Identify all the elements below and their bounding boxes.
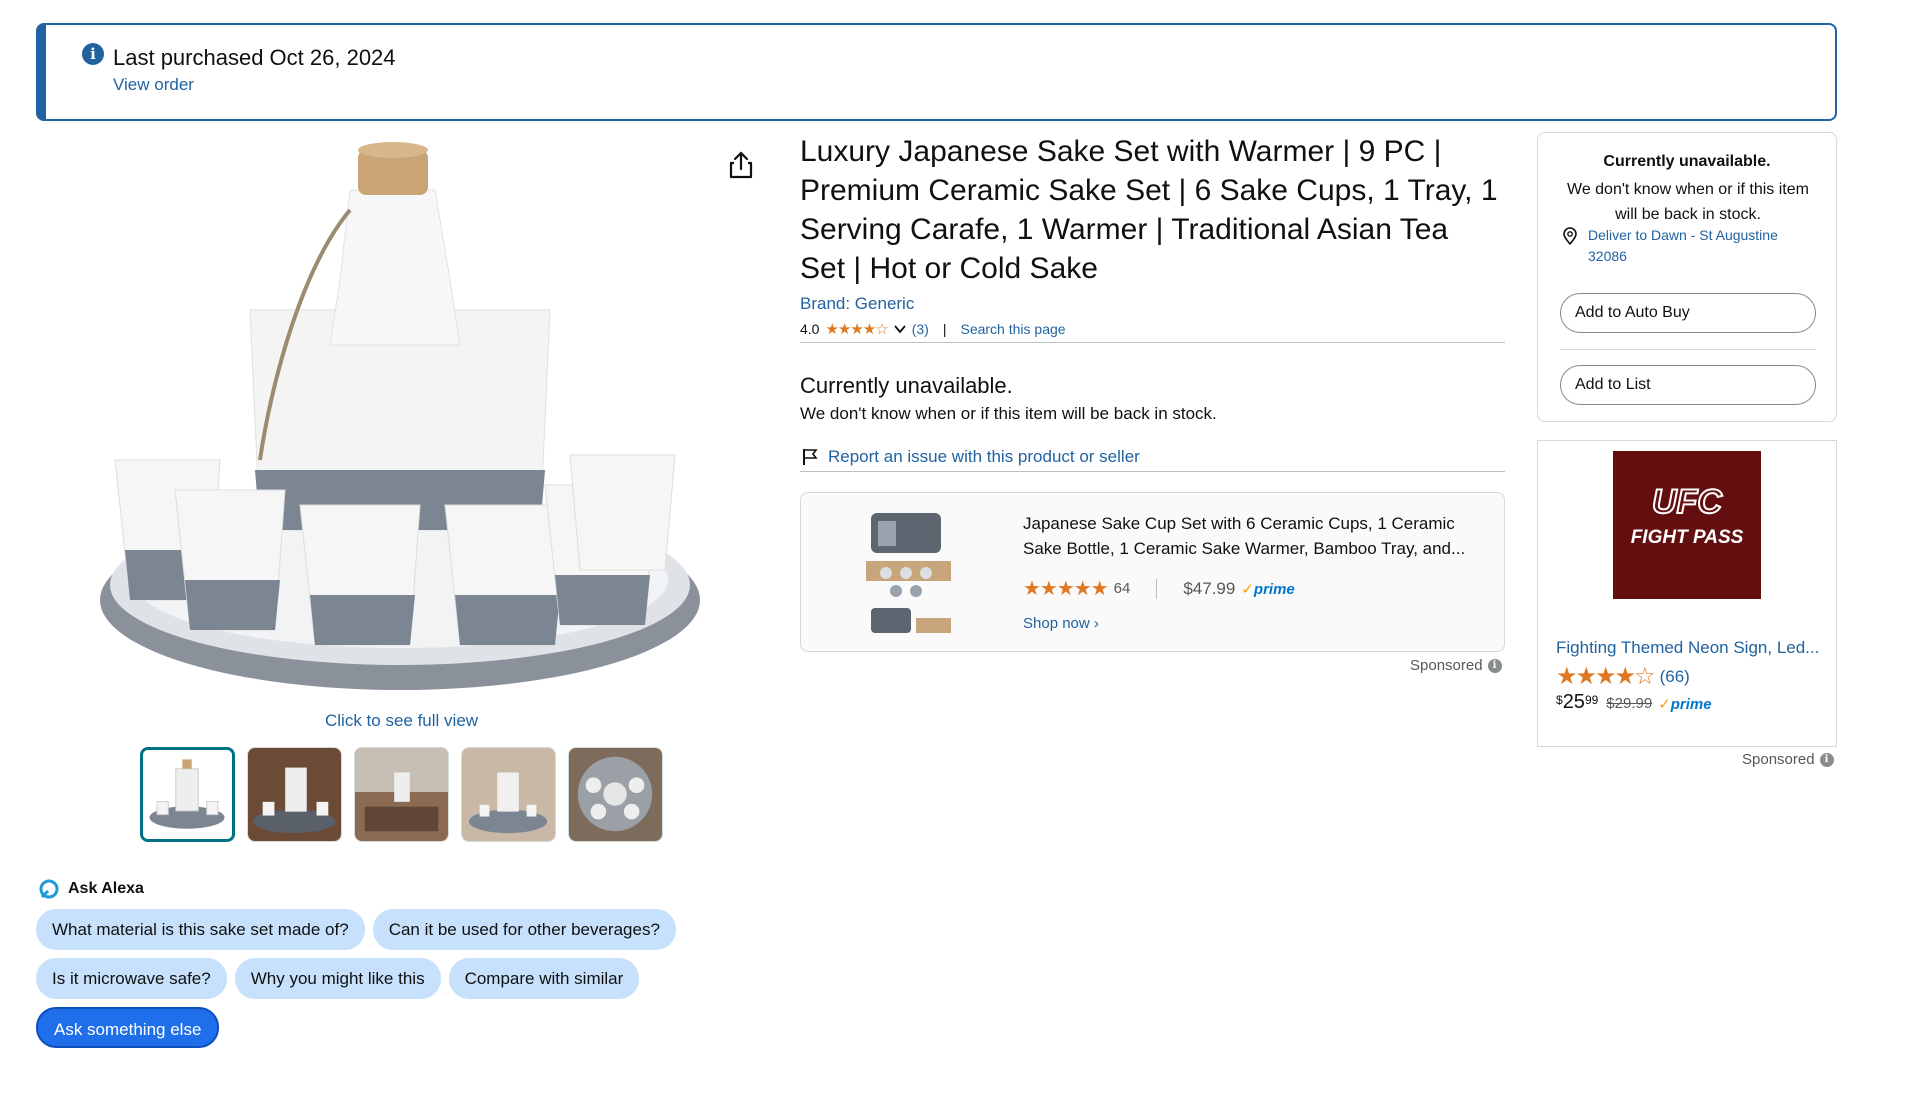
main-product-image[interactable] [100, 130, 710, 695]
alexa-chip-material[interactable]: What material is this sake set made of? [36, 909, 365, 950]
alexa-chip-why-like[interactable]: Why you might like this [234, 958, 441, 999]
deliver-to-text[interactable]: Deliver to Dawn - St Augustine 32086 [1588, 225, 1813, 267]
add-to-list-button[interactable]: Add to List [1560, 365, 1816, 405]
brand-link[interactable]: Brand: Generic [800, 294, 1500, 314]
price-currency: $ [1556, 693, 1563, 707]
thumbnail-2[interactable] [247, 747, 342, 842]
ad-rating-count[interactable]: (66) [1660, 667, 1690, 687]
sponsored-ad[interactable]: UFC FIGHT PASS Fighting Themed Neon Sign… [1537, 440, 1837, 747]
sponsored-product-rating: ★★★★★ 64 $47.99 ✓prime [1023, 576, 1295, 601]
alexa-icon [39, 879, 59, 899]
thumbnail-1[interactable] [140, 747, 235, 842]
alexa-chip-other-beverages[interactable]: Can it be used for other beverages? [372, 909, 676, 950]
rating-count: 64 [1113, 580, 1131, 597]
click-full-view-link[interactable]: Click to see full view [325, 711, 478, 731]
divider [1156, 578, 1158, 599]
prime-badge: ✓prime [1658, 696, 1712, 713]
buybox-title: Currently unavailable. [1603, 153, 1771, 170]
thumbnail-strip [140, 747, 663, 842]
alexa-question-chips: What material is this sake set made of? … [36, 909, 756, 1048]
last-purchased-banner: i Last purchased Oct 26, 2024 View order [36, 23, 1837, 121]
buybox-text: We don't know when or if this item will … [1567, 181, 1809, 223]
rating-stars: ★★★★★ [1023, 578, 1109, 600]
alexa-chip-compare[interactable]: Compare with similar [448, 958, 640, 999]
ask-something-else-button[interactable]: Ask something else [36, 1007, 220, 1048]
availability-text: We don't know when or if this item will … [800, 404, 1217, 423]
info-icon: i [82, 43, 104, 65]
ad-logo-line2: FIGHT PASS [1631, 527, 1744, 548]
divider [1560, 349, 1816, 350]
report-issue-text[interactable]: Report an issue with this product or sel… [828, 447, 1140, 467]
flag-icon [803, 449, 818, 465]
location-pin-icon [1563, 227, 1577, 245]
buy-box: Currently unavailable. We don't know whe… [1537, 132, 1837, 422]
rating-stars[interactable]: ★★★★☆ [825, 320, 888, 338]
alexa-chip-microwave[interactable]: Is it microwave safe? [36, 958, 227, 999]
banner-title: Last purchased Oct 26, 2024 [113, 45, 396, 70]
chevron-down-icon[interactable] [894, 324, 906, 334]
rating-stars: ★★★★☆ [1556, 663, 1656, 690]
info-icon[interactable]: i [1487, 658, 1502, 673]
price-whole: 25 [1562, 691, 1585, 713]
product-title: Luxury Japanese Sake Set with Warmer | 9… [800, 135, 1498, 285]
divider [800, 342, 1505, 343]
sponsored-label[interactable]: Sponsored i [1742, 751, 1834, 768]
sponsored-product-title[interactable]: Japanese Sake Cup Set with 6 Ceramic Cup… [1023, 511, 1483, 561]
thumbnail-3[interactable] [354, 747, 449, 842]
availability-title: Currently unavailable. [800, 373, 1013, 398]
rating-separator: | [942, 321, 947, 337]
ad-image[interactable]: UFC FIGHT PASS [1613, 451, 1761, 599]
sponsored-product-card[interactable]: Japanese Sake Cup Set with 6 Ceramic Cup… [800, 492, 1505, 652]
shop-now-link[interactable]: Shop now › [1023, 615, 1099, 632]
search-this-page-link[interactable]: Search this page [960, 321, 1065, 337]
add-to-auto-buy-button[interactable]: Add to Auto Buy [1560, 293, 1816, 333]
ad-price: $ 25 99 $29.99 ✓prime [1556, 691, 1712, 714]
ad-title[interactable]: Fighting Themed Neon Sign, Led... [1556, 638, 1826, 658]
rating-value: 4.0 [800, 321, 820, 337]
ad-logo-line1: UFC [1652, 483, 1722, 521]
view-order-link[interactable]: View order [113, 75, 194, 95]
ad-rating: ★★★★☆ (66) [1556, 662, 1690, 691]
prime-badge: ✓prime [1241, 580, 1295, 598]
sponsored-product-image[interactable] [866, 503, 956, 643]
ask-alexa-header: Ask Alexa [38, 878, 144, 900]
ask-alexa-label: Ask Alexa [68, 880, 144, 897]
sponsored-product-price: $47.99 [1183, 578, 1236, 598]
report-issue-link[interactable]: Report an issue with this product or sel… [802, 447, 1140, 467]
divider [800, 471, 1505, 472]
product-title-block: Luxury Japanese Sake Set with Warmer | 9… [800, 132, 1500, 338]
thumbnail-5[interactable] [568, 747, 663, 842]
share-icon[interactable] [728, 150, 754, 180]
info-icon[interactable]: i [1819, 752, 1834, 767]
list-price: $29.99 [1606, 695, 1653, 712]
sponsored-label[interactable]: Sponsored i [1410, 657, 1502, 674]
deliver-to-location[interactable]: Deliver to Dawn - St Augustine 32086 [1562, 225, 1813, 267]
rating-row: 4.0 ★★★★☆ (3) | Search this page [800, 320, 1500, 338]
rating-count-link[interactable]: (3) [912, 321, 929, 337]
thumbnail-4[interactable] [461, 747, 556, 842]
price-cents: 99 [1584, 693, 1599, 707]
